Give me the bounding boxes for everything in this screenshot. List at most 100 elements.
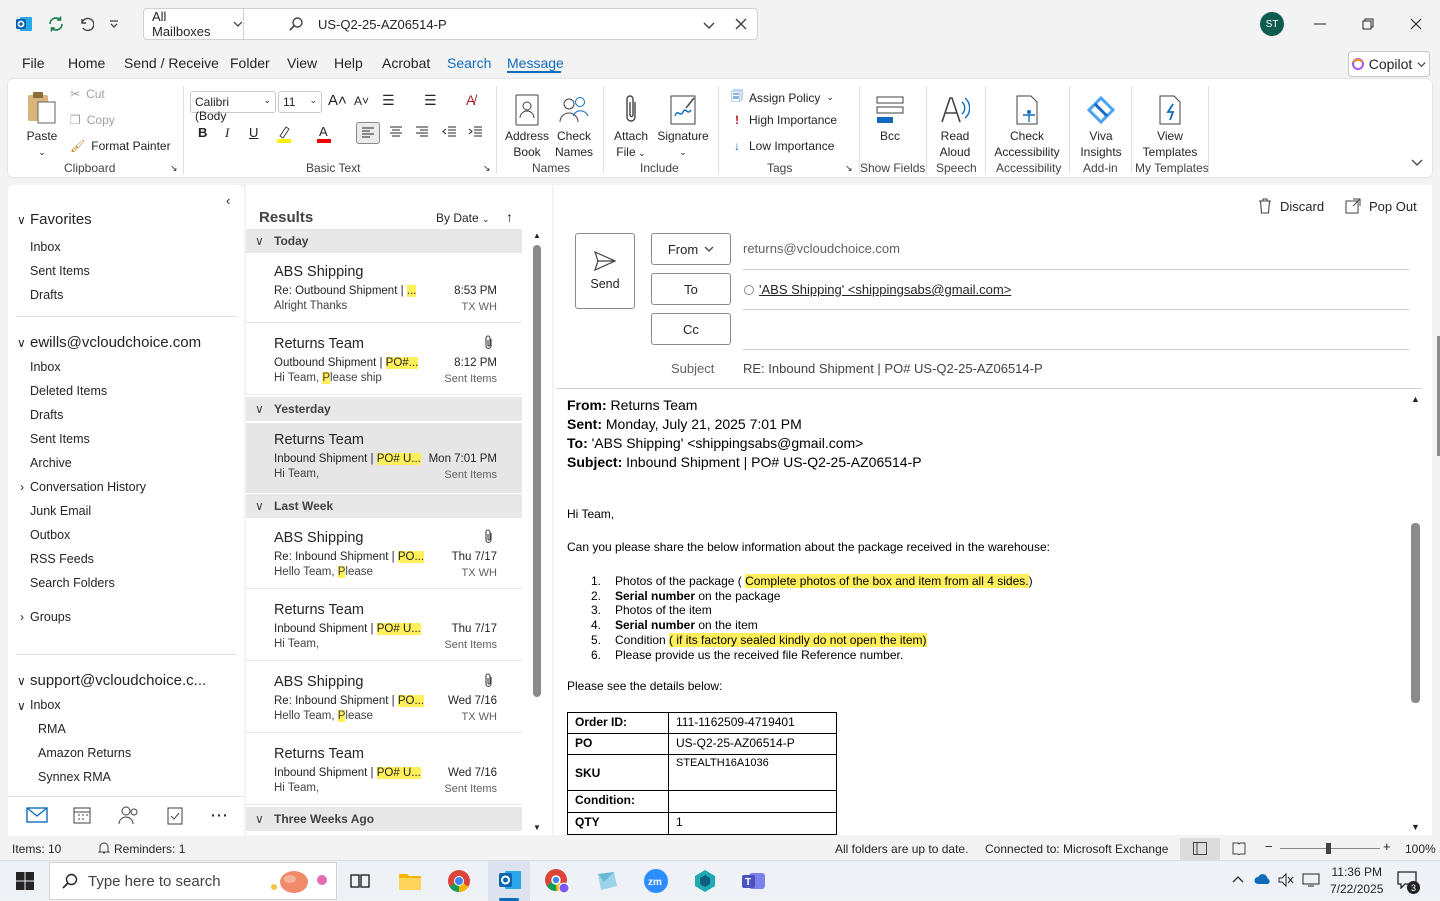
search-options-chevron-icon[interactable] — [703, 19, 715, 31]
group-header-three-weeks-ago[interactable]: ∨ Three Weeks Ago — [246, 807, 522, 831]
underline-icon[interactable]: U — [249, 125, 258, 140]
chevron-down-icon[interactable]: ∨ — [17, 336, 26, 350]
bell-icon[interactable] — [98, 841, 110, 854]
body-scrollbar-thumb[interactable] — [1411, 523, 1420, 703]
nav-account-support[interactable]: support@vcloudchoice.c... — [30, 672, 206, 689]
zoom-in-icon[interactable]: + — [1383, 839, 1391, 854]
from-button[interactable]: From — [651, 233, 731, 265]
menu-acrobat[interactable]: Acrobat — [382, 55, 430, 71]
group-header-last-week[interactable]: ∨ Last Week — [246, 494, 522, 518]
nav-account-ewills[interactable]: ewills@vcloudchoice.com — [30, 334, 201, 351]
read-aloud-button[interactable]: Read Aloud — [934, 84, 976, 160]
dialog-launcher-icon[interactable]: ↘ — [483, 163, 491, 174]
people-icon[interactable] — [118, 805, 140, 825]
chrome-icon[interactable] — [444, 866, 474, 896]
sort-dropdown[interactable]: By Date ⌄ — [436, 211, 490, 225]
low-importance-button[interactable]: ↓ Low Importance — [731, 139, 834, 153]
subject-field[interactable]: RE: Inbound Shipment | PO# US-Q2-25-AZ06… — [743, 361, 1043, 376]
customize-toolbar-icon[interactable] — [102, 12, 126, 36]
sync-icon[interactable] — [44, 12, 68, 36]
nav-junk-email[interactable]: Junk Email — [30, 504, 91, 518]
list-item[interactable]: Returns Team Outbound Shipment | PO#... … — [246, 327, 522, 395]
chevron-right-icon[interactable]: › — [20, 480, 24, 494]
ribbon-expand-chevron-icon[interactable] — [1411, 156, 1423, 168]
calendar-icon[interactable] — [72, 805, 92, 825]
align-left-button[interactable] — [356, 122, 380, 144]
font-color-icon[interactable]: A — [316, 124, 332, 143]
nav-sent-items[interactable]: Sent Items — [30, 432, 90, 446]
paste-button[interactable]: Paste ⌄ — [24, 84, 60, 160]
highlight-icon[interactable] — [276, 124, 292, 143]
list-item[interactable]: ABS Shipping Re: Outbound Shipment | ...… — [246, 255, 522, 323]
teams-icon[interactable]: T — [739, 866, 769, 896]
dialog-launcher-icon[interactable]: ↘ — [170, 163, 178, 174]
search-input[interactable]: US-Q2-25-AZ06514-P — [318, 17, 447, 32]
dialog-launcher-icon[interactable]: ↘ — [845, 163, 853, 174]
font-size-select[interactable]: 11 ⌄ — [278, 91, 322, 113]
taskbar-search[interactable]: Type here to search — [49, 862, 337, 900]
pop-out-button[interactable]: Pop Out — [1345, 198, 1417, 214]
shrink-font-icon[interactable]: A˅ — [354, 94, 369, 108]
close-window-icon[interactable] — [1402, 10, 1430, 38]
chevron-down-icon[interactable]: ∨ — [17, 213, 26, 227]
menu-message[interactable]: Message — [507, 55, 564, 71]
speaker-muted-icon[interactable] — [1278, 873, 1294, 887]
nav-rma[interactable]: RMA — [38, 722, 66, 736]
restore-icon[interactable] — [1354, 10, 1382, 38]
scroll-up-icon[interactable]: ▲ — [1411, 394, 1420, 404]
scroll-down-icon[interactable]: ▼ — [1411, 822, 1420, 832]
decrease-indent-icon[interactable] — [440, 123, 460, 143]
file-explorer-icon[interactable] — [395, 866, 425, 896]
nav-conversation-history[interactable]: Conversation History — [30, 480, 146, 494]
normal-view-button[interactable] — [1180, 838, 1220, 860]
align-right-icon[interactable] — [412, 123, 432, 143]
nav-favorites-header[interactable]: Favorites — [30, 211, 92, 228]
clock-date[interactable]: 7/22/2025 — [1330, 882, 1383, 896]
bullets-icon[interactable]: ☰ — [382, 92, 395, 109]
chevron-right-icon[interactable]: › — [20, 610, 24, 624]
cc-button[interactable]: Cc — [651, 313, 731, 345]
menu-send-receive[interactable]: Send / Receive — [124, 55, 219, 71]
group-header-today[interactable]: ∨ Today — [246, 229, 522, 253]
list-item[interactable]: Returns Team Inbound Shipment | PO# U...… — [246, 593, 522, 661]
bcc-button[interactable]: Bcc — [870, 84, 910, 144]
chevron-up-icon[interactable] — [1231, 873, 1245, 887]
assign-policy-button[interactable]: 🗐 Assign Policy ⌄ — [731, 87, 834, 108]
address-book-button[interactable]: Address Book — [504, 84, 550, 160]
scroll-up-icon[interactable]: ▲ — [533, 231, 541, 240]
nav-fav-sent-items[interactable]: Sent Items — [30, 264, 90, 278]
menu-view[interactable]: View — [287, 55, 317, 71]
italic-icon[interactable]: I — [225, 125, 229, 141]
send-button[interactable]: Send — [575, 233, 635, 309]
menu-home[interactable]: Home — [68, 55, 105, 71]
tasks-icon[interactable] — [166, 805, 184, 825]
search-box[interactable]: US-Q2-25-AZ06514-P — [243, 8, 758, 40]
signature-button[interactable]: Signature ⌄ — [656, 84, 710, 160]
nav-amazon-returns[interactable]: Amazon Returns — [38, 746, 131, 760]
from-field[interactable]: returns@vcloudchoice.com — [743, 241, 900, 256]
mailbox-scope-dropdown[interactable]: All Mailboxes — [143, 8, 244, 40]
clear-formatting-icon[interactable]: A̸ — [466, 92, 475, 108]
nav-outbox[interactable]: Outbox — [30, 528, 70, 542]
format-painter-button[interactable]: 🖌 Format Painter — [70, 139, 171, 153]
nav-rss-feeds[interactable]: RSS Feeds — [30, 552, 94, 566]
reminders-count[interactable]: Reminders: 1 — [114, 842, 185, 856]
nav-deleted-items[interactable]: Deleted Items — [30, 384, 107, 398]
attach-file-button[interactable]: Attach File ⌄ — [611, 84, 651, 161]
network-icon[interactable] — [1302, 873, 1320, 887]
nav-groups[interactable]: Groups — [30, 610, 71, 624]
nav-archive[interactable]: Archive — [30, 456, 72, 470]
view-templates-button[interactable]: View Templates — [1140, 84, 1200, 160]
windows-start-icon[interactable] — [10, 866, 40, 896]
outlook-taskbar-button[interactable] — [488, 861, 530, 901]
font-name-select[interactable]: Calibri (Body ⌄ — [190, 91, 276, 123]
nav-synnex-rma[interactable]: Synnex RMA — [38, 770, 111, 784]
nav-drafts[interactable]: Drafts — [30, 408, 63, 422]
collapse-pane-chevron-icon[interactable]: ‹ — [226, 193, 230, 208]
high-importance-button[interactable]: ! High Importance — [731, 113, 837, 127]
list-scrollbar-thumb[interactable] — [533, 245, 541, 697]
copilot-button[interactable]: Copilot — [1348, 51, 1430, 77]
mail-icon[interactable] — [26, 807, 48, 823]
align-center-icon[interactable] — [386, 123, 406, 143]
undo-icon[interactable] — [74, 12, 98, 36]
